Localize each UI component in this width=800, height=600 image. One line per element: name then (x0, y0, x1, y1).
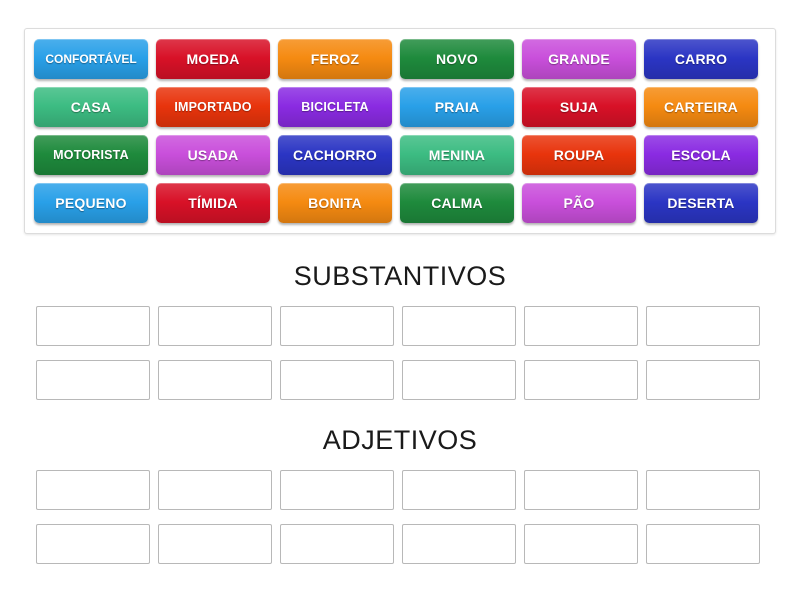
drop-slot[interactable] (402, 306, 516, 346)
word-tile[interactable]: MOTORISTA (34, 135, 148, 175)
drop-slot[interactable] (646, 360, 760, 400)
drop-slot[interactable] (646, 470, 760, 510)
drop-slot[interactable] (36, 360, 150, 400)
word-bank-row: MOTORISTA USADA CACHORRO MENINA ROUPA ESCOLA (30, 131, 770, 179)
word-tile[interactable]: IMPORTADO (156, 87, 270, 127)
drop-slot[interactable] (646, 524, 760, 564)
drop-slot[interactable] (36, 524, 150, 564)
drop-slot[interactable] (524, 306, 638, 346)
drop-slot[interactable] (524, 470, 638, 510)
group-title-substantivos: SUBSTANTIVOS (293, 261, 507, 291)
word-bank: CONFORTÁVEL MOEDA FEROZ NOVO GRANDE CARRO CASA… (24, 28, 776, 234)
drop-slot[interactable] (280, 360, 394, 400)
word-tile[interactable]: CASA (34, 87, 148, 127)
drop-slot[interactable] (402, 360, 516, 400)
drop-slot[interactable] (158, 306, 272, 346)
drop-slot[interactable] (280, 306, 394, 346)
drop-slot-row (32, 524, 768, 578)
drop-slot-grid-substantivos (32, 306, 768, 414)
word-tile[interactable]: PRAIA (400, 87, 514, 127)
drop-slot-grid-adjetivos (32, 470, 768, 578)
drop-slot-row (32, 360, 768, 414)
word-tile[interactable]: ROUPA (522, 135, 636, 175)
drop-slot[interactable] (402, 470, 516, 510)
drop-slot[interactable] (36, 306, 150, 346)
word-tile[interactable]: CACHORRO (278, 135, 392, 175)
word-tile[interactable]: DESERTA (644, 183, 758, 223)
word-tile[interactable]: CARRO (644, 39, 758, 79)
word-tile[interactable]: CARTEIRA (644, 87, 758, 127)
word-tile[interactable]: ESCOLA (644, 135, 758, 175)
drop-slot-row (32, 306, 768, 360)
drop-slot[interactable] (524, 360, 638, 400)
drop-slot-row (32, 470, 768, 524)
drop-slot[interactable] (524, 524, 638, 564)
word-tile[interactable]: PÃO (522, 183, 636, 223)
group-title-adjetivos: ADJETIVOS (322, 425, 478, 455)
drop-slot[interactable] (158, 470, 272, 510)
word-bank-row: CONFORTÁVEL MOEDA FEROZ NOVO GRANDE CARRO (30, 35, 770, 83)
word-tile[interactable]: FEROZ (278, 39, 392, 79)
word-tile[interactable]: SUJA (522, 87, 636, 127)
word-tile[interactable]: CALMA (400, 183, 514, 223)
word-tile[interactable]: PEQUENO (34, 183, 148, 223)
word-tile[interactable]: MOEDA (156, 39, 270, 79)
drop-slot[interactable] (646, 306, 760, 346)
word-tile[interactable]: NOVO (400, 39, 514, 79)
word-bank-row: PEQUENO TÍMIDA BONITA CALMA PÃO DESERTA (30, 179, 770, 227)
word-tile[interactable]: GRANDE (522, 39, 636, 79)
word-tile[interactable]: BONITA (278, 183, 392, 223)
drop-slot[interactable] (402, 524, 516, 564)
drop-slot[interactable] (280, 470, 394, 510)
word-tile[interactable]: MENINA (400, 135, 514, 175)
word-tile[interactable]: BICICLETA (278, 87, 392, 127)
drop-slot[interactable] (158, 360, 272, 400)
word-tile[interactable]: USADA (156, 135, 270, 175)
word-tile[interactable]: CONFORTÁVEL (34, 39, 148, 79)
drop-slot[interactable] (36, 470, 150, 510)
drop-slot[interactable] (280, 524, 394, 564)
word-bank-row: CASA IMPORTADO BICICLETA PRAIA SUJA CARTEIRA (30, 83, 770, 131)
drop-slot[interactable] (158, 524, 272, 564)
word-tile[interactable]: TÍMIDA (156, 183, 270, 223)
